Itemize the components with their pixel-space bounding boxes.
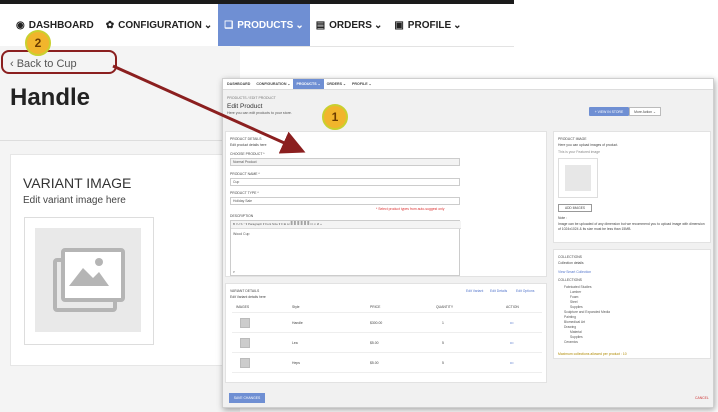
callout-arrow: [112, 64, 306, 154]
